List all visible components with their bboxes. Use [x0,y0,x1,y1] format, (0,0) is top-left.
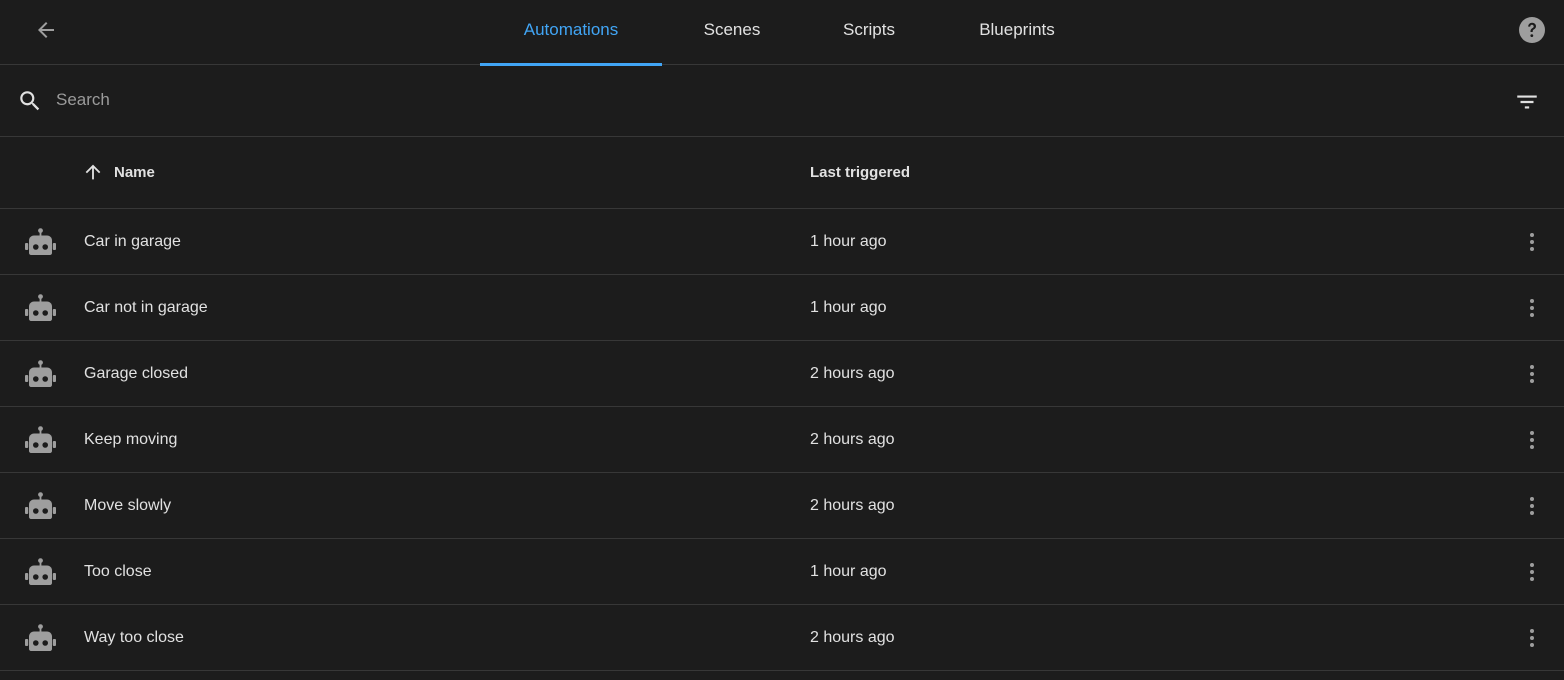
filter-icon [1517,95,1537,109]
overflow-menu-button[interactable] [1518,426,1546,454]
dots-vertical-icon [1530,299,1534,317]
dots-vertical-icon [1530,497,1534,515]
tab-scenes[interactable]: Scenes [662,0,802,65]
overflow-menu-button[interactable] [1518,558,1546,586]
help-button[interactable] [1518,16,1546,44]
overflow-menu-button[interactable] [1518,228,1546,256]
automation-list: Car in garage 1 hour ago Car not in gara… [0,209,1564,671]
last-triggered: 1 hour ago [810,233,887,250]
column-header-last-triggered[interactable]: Last triggered [810,164,910,181]
overflow-menu-button[interactable] [1518,294,1546,322]
filter-button[interactable] [1512,87,1542,117]
dots-vertical-icon [1530,233,1534,251]
robot-icon [25,492,56,519]
tab-scripts-label: Scripts [843,19,895,39]
arrow-up-icon [85,164,101,180]
automation-name: Garage closed [84,365,189,382]
table-row[interactable]: Keep moving 2 hours ago [0,407,1564,473]
overflow-menu-button[interactable] [1518,492,1546,520]
back-button[interactable] [22,8,70,52]
overflow-menu-button[interactable] [1518,624,1546,652]
dots-vertical-icon [1530,431,1534,449]
automation-name: Keep moving [84,431,178,448]
automation-name: Car in garage [84,233,181,250]
last-triggered: 2 hours ago [810,365,895,382]
robot-icon [25,294,56,321]
robot-icon [25,360,56,387]
table-row[interactable]: Way too close 2 hours ago [0,605,1564,671]
last-triggered: 2 hours ago [810,431,895,448]
tab-scenes-label: Scenes [703,19,761,39]
automation-name: Car not in garage [84,299,208,316]
last-triggered: 1 hour ago [810,563,887,580]
tab-scripts[interactable]: Scripts [802,0,936,65]
automation-name: Too close [84,563,152,580]
tab-blueprints-label: Blueprints [979,19,1055,39]
automations-page: Automations Scenes Scripts Blueprints Se… [0,0,1564,680]
search-icon [20,91,40,111]
arrow-left-icon [38,22,54,38]
tab-automations[interactable]: Automations [480,0,662,66]
dots-vertical-icon [1530,563,1534,581]
column-header-name-label: Name [114,163,155,181]
tab-bar: Automations Scenes Scripts Blueprints [480,0,1098,66]
column-header-name[interactable]: Name [82,161,155,183]
help-circle-icon [1519,17,1545,43]
table-header: Name Last triggered [0,137,1564,209]
table-row[interactable]: Move slowly 2 hours ago [0,473,1564,539]
last-triggered: 2 hours ago [810,497,895,514]
search-bar [0,65,1564,137]
table-row[interactable]: Too close 1 hour ago [0,539,1564,605]
robot-icon [25,558,56,585]
robot-icon [25,426,56,453]
robot-icon [25,624,56,651]
search-input[interactable] [56,83,1456,117]
automation-name: Way too close [84,629,184,646]
column-header-last-triggered-label: Last triggered [810,164,911,181]
robot-icon [25,228,56,255]
overflow-menu-button[interactable] [1518,360,1546,388]
automation-name: Move slowly [84,497,172,514]
last-triggered: 2 hours ago [810,629,895,646]
table-row[interactable]: Car in garage 1 hour ago [0,209,1564,275]
tab-blueprints[interactable]: Blueprints [936,0,1098,65]
last-triggered: 1 hour ago [810,299,887,316]
table-row[interactable]: Car not in garage 1 hour ago [0,275,1564,341]
top-toolbar: Automations Scenes Scripts Blueprints [0,0,1564,66]
tab-automations-label: Automations [523,19,619,39]
table-row[interactable]: Garage closed 2 hours ago [0,341,1564,407]
dots-vertical-icon [1530,629,1534,647]
dots-vertical-icon [1530,365,1534,383]
